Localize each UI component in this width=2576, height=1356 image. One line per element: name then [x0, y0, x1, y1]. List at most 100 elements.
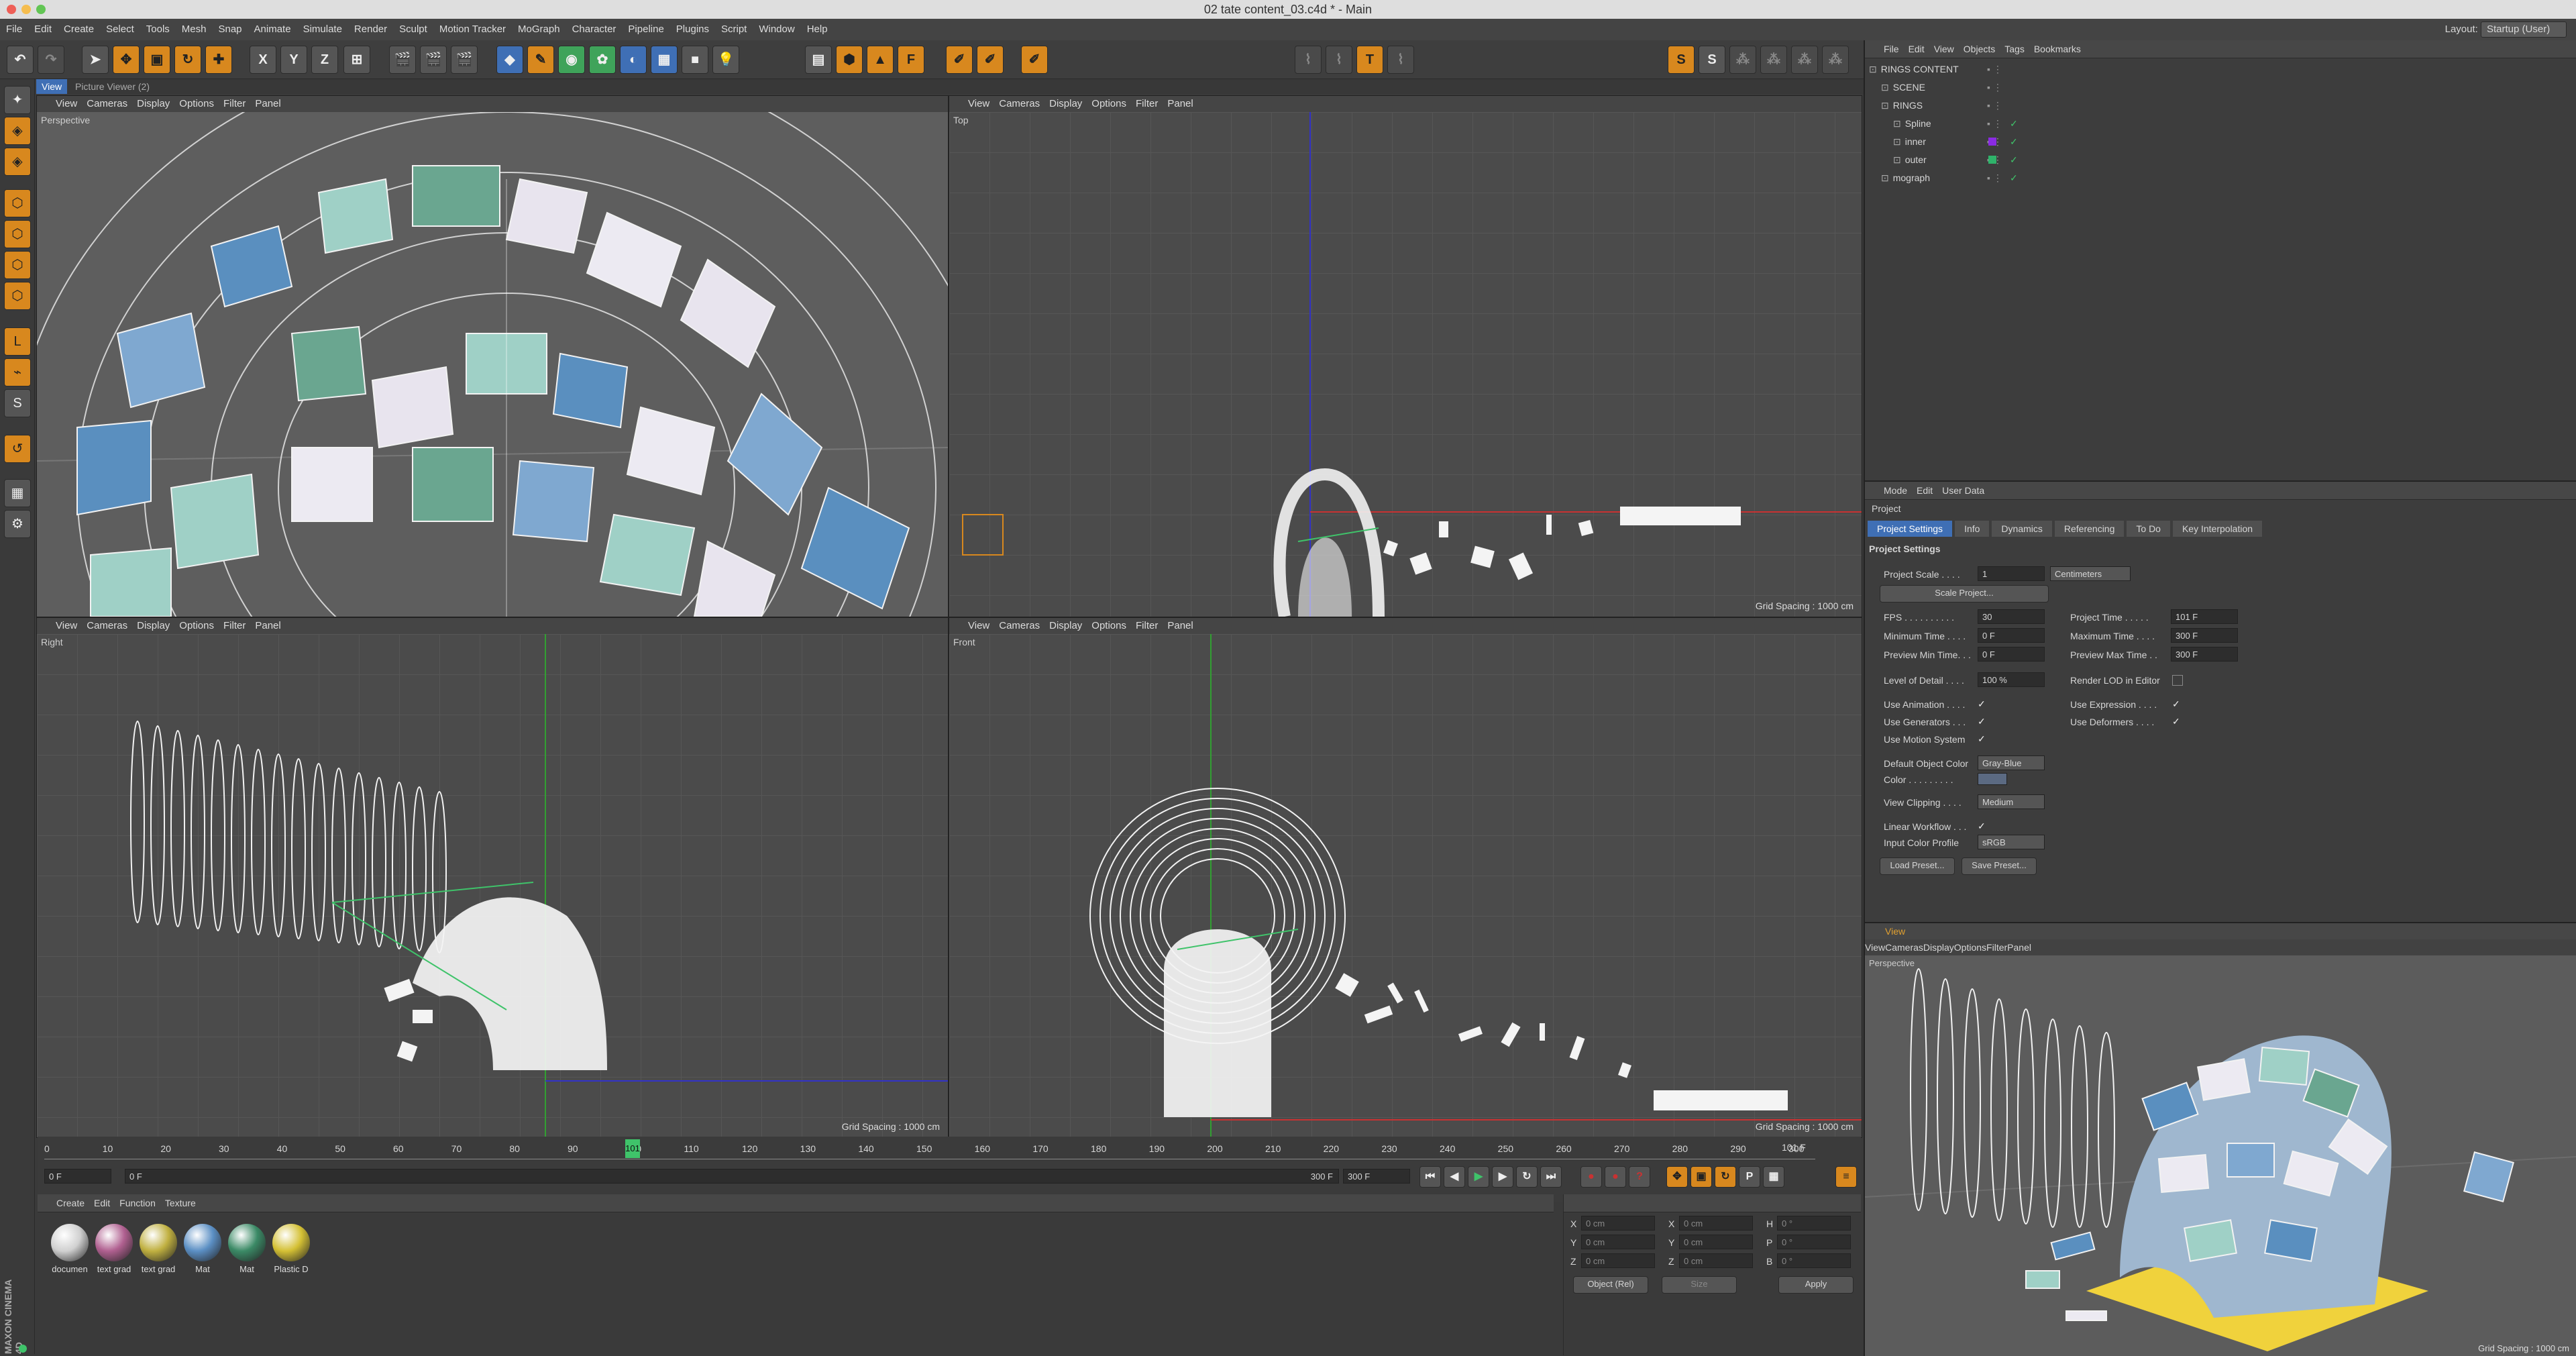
- material-menu-edit[interactable]: Edit: [94, 1198, 110, 1208]
- timeline-playhead[interactable]: 101: [625, 1139, 640, 1158]
- coord-value-field[interactable]: 0 cm: [1679, 1235, 1753, 1249]
- redo-icon[interactable]: ↷: [38, 46, 64, 74]
- coordinate-system-icon[interactable]: ⊞: [343, 46, 370, 74]
- tab-project-settings[interactable]: Project Settings: [1868, 521, 1953, 537]
- tab-info[interactable]: Info: [1955, 521, 1990, 537]
- current-frame-field[interactable]: 0 F: [44, 1169, 111, 1184]
- enabled-check-icon[interactable]: ✓: [2010, 115, 2018, 132]
- live-selection-icon[interactable]: ✚: [205, 46, 232, 74]
- tab-picture-viewer[interactable]: Picture Viewer (2): [70, 79, 155, 94]
- visibility-icon[interactable]: ▪ ⋮: [1987, 115, 2002, 132]
- coord-value-field[interactable]: 0 cm: [1581, 1235, 1655, 1249]
- material-swatch[interactable]: [95, 1224, 133, 1261]
- project-time-field[interactable]: 101 F: [2171, 609, 2238, 624]
- rotate-tool-icon[interactable]: ↻: [174, 46, 201, 74]
- script-4-icon[interactable]: ⁂: [1822, 46, 1849, 74]
- y-axis-lock-button[interactable]: Y: [280, 46, 307, 74]
- tweak-icon[interactable]: ⌁: [4, 358, 31, 386]
- model-icon[interactable]: ◈: [4, 117, 31, 145]
- view-panel-menu-filter[interactable]: Filter: [1986, 942, 2007, 953]
- mograph-tool-2-icon[interactable]: ⌇: [1326, 46, 1352, 74]
- workplane-lock-icon[interactable]: ↺: [4, 435, 31, 463]
- material-swatch[interactable]: [51, 1224, 89, 1261]
- floor-icon[interactable]: ▦: [651, 46, 678, 74]
- coord-value-field[interactable]: 0 °: [1777, 1253, 1851, 1268]
- menu-item-motion-tracker[interactable]: Motion Tracker: [433, 19, 512, 40]
- view-panel-menu-panel[interactable]: Panel: [2007, 942, 2031, 953]
- autokey-icon[interactable]: ●: [1605, 1166, 1626, 1188]
- viewport-menu-options[interactable]: Options: [179, 620, 214, 631]
- viewport-menu-cameras[interactable]: Cameras: [999, 620, 1040, 631]
- enabled-check-icon[interactable]: ✓: [2010, 151, 2018, 168]
- uv-mode-icon[interactable]: ⬡: [4, 282, 31, 310]
- object-row[interactable]: ⊡ RINGS ▪ ⋮: [1869, 97, 2567, 114]
- object-menu-edit[interactable]: Edit: [1909, 44, 1925, 54]
- key-param-icon[interactable]: P: [1739, 1166, 1760, 1188]
- menu-item-render[interactable]: Render: [348, 19, 393, 40]
- visibility-icon[interactable]: ▪ ⋮: [1987, 79, 2002, 96]
- tab-referencing[interactable]: Referencing: [2054, 521, 2125, 537]
- viewport-menu-view[interactable]: View: [56, 620, 77, 631]
- coord-value-field[interactable]: 0 cm: [1679, 1253, 1753, 1268]
- menu-item-sculpt[interactable]: Sculpt: [393, 19, 433, 40]
- viewport-menu-display[interactable]: Display: [1049, 98, 1082, 109]
- snap-enable-icon[interactable]: S: [4, 389, 31, 417]
- select-arrow-icon[interactable]: ➤: [82, 46, 109, 74]
- viewport-menu-panel[interactable]: Panel: [1167, 620, 1193, 631]
- view-panel-menu-cameras[interactable]: Cameras: [1885, 942, 1923, 953]
- menu-item-select[interactable]: Select: [100, 19, 140, 40]
- visibility-icon[interactable]: ▪ ⋮: [1987, 60, 2002, 78]
- load-preset-button[interactable]: Load Preset...: [1880, 857, 1955, 875]
- viewport-menu-cameras[interactable]: Cameras: [999, 98, 1040, 109]
- move-tool-icon[interactable]: ✥: [113, 46, 140, 74]
- lod-field[interactable]: 100 %: [1978, 672, 2045, 687]
- model-mode-icon[interactable]: ⬢: [836, 46, 863, 74]
- object-menu-bookmarks[interactable]: Bookmarks: [2034, 44, 2081, 54]
- array-icon[interactable]: ✿: [589, 46, 616, 74]
- view-panel-menu-options[interactable]: Options: [1954, 942, 1986, 953]
- coord-value-field[interactable]: 0 cm: [1581, 1216, 1655, 1231]
- key-pla-icon[interactable]: ▦: [1763, 1166, 1784, 1188]
- viewport-menu-panel[interactable]: Panel: [255, 620, 280, 631]
- scale-tool-icon[interactable]: ▣: [144, 46, 170, 74]
- texture-mode-icon[interactable]: ▲: [867, 46, 894, 74]
- paint-icon[interactable]: ✐: [946, 46, 973, 74]
- material-menu-function[interactable]: Function: [119, 1198, 156, 1208]
- viewport-menu-cameras[interactable]: Cameras: [87, 620, 127, 631]
- menu-item-help[interactable]: Help: [801, 19, 834, 40]
- material-swatch[interactable]: [228, 1224, 266, 1261]
- menu-item-script[interactable]: Script: [715, 19, 753, 40]
- project-scale-unit[interactable]: Centimeters: [2050, 566, 2131, 581]
- apply-button[interactable]: Apply: [1778, 1276, 1854, 1294]
- coordinate-size-dropdown[interactable]: Size: [1662, 1276, 1737, 1294]
- viewport-menu-cameras[interactable]: Cameras: [87, 98, 127, 109]
- coord-value-field[interactable]: 0 cm: [1581, 1253, 1655, 1268]
- material-menu-create[interactable]: Create: [56, 1198, 85, 1208]
- points-mode-icon[interactable]: ⬡: [4, 189, 31, 217]
- timeline-options-icon[interactable]: ≡: [1835, 1166, 1857, 1188]
- view-panel-menu-view[interactable]: View: [1865, 942, 1885, 953]
- key-rotation-icon[interactable]: ↻: [1715, 1166, 1736, 1188]
- object-menu-objects[interactable]: Objects: [1964, 44, 1995, 54]
- loop-icon[interactable]: ↻: [1516, 1166, 1538, 1188]
- viewport-menu-filter[interactable]: Filter: [1136, 98, 1158, 109]
- viewport-menu-view[interactable]: View: [968, 98, 989, 109]
- sculpt-brush-icon[interactable]: ✐: [1021, 46, 1048, 74]
- viewport-menu-display[interactable]: Display: [137, 98, 170, 109]
- attribute-menu-user-data[interactable]: User Data: [1942, 485, 1984, 496]
- mograph-tool-1-icon[interactable]: ⌇: [1295, 46, 1322, 74]
- viewport-menu-options[interactable]: Options: [1091, 620, 1126, 631]
- key-position-icon[interactable]: ✥: [1666, 1166, 1688, 1188]
- play-icon[interactable]: ▶: [1468, 1166, 1489, 1188]
- project-scale-field[interactable]: 1: [1978, 566, 2045, 581]
- viewport-top[interactable]: View Cameras Display Options Filter Panel Top…: [949, 95, 1862, 617]
- render-settings-icon[interactable]: 🎬: [451, 46, 478, 74]
- tab-dynamics[interactable]: Dynamics: [1992, 521, 2052, 537]
- menu-item-tools[interactable]: Tools: [140, 19, 176, 40]
- menu-item-create[interactable]: Create: [58, 19, 100, 40]
- menu-item-mesh[interactable]: Mesh: [176, 19, 213, 40]
- object-row[interactable]: ⊡inner▪ ⋮✓: [1869, 133, 2567, 150]
- go-to-start-icon[interactable]: ⏮: [1419, 1166, 1441, 1188]
- material-swatch[interactable]: [272, 1224, 310, 1261]
- use-motion-checkbox[interactable]: ✓: [1978, 734, 1987, 743]
